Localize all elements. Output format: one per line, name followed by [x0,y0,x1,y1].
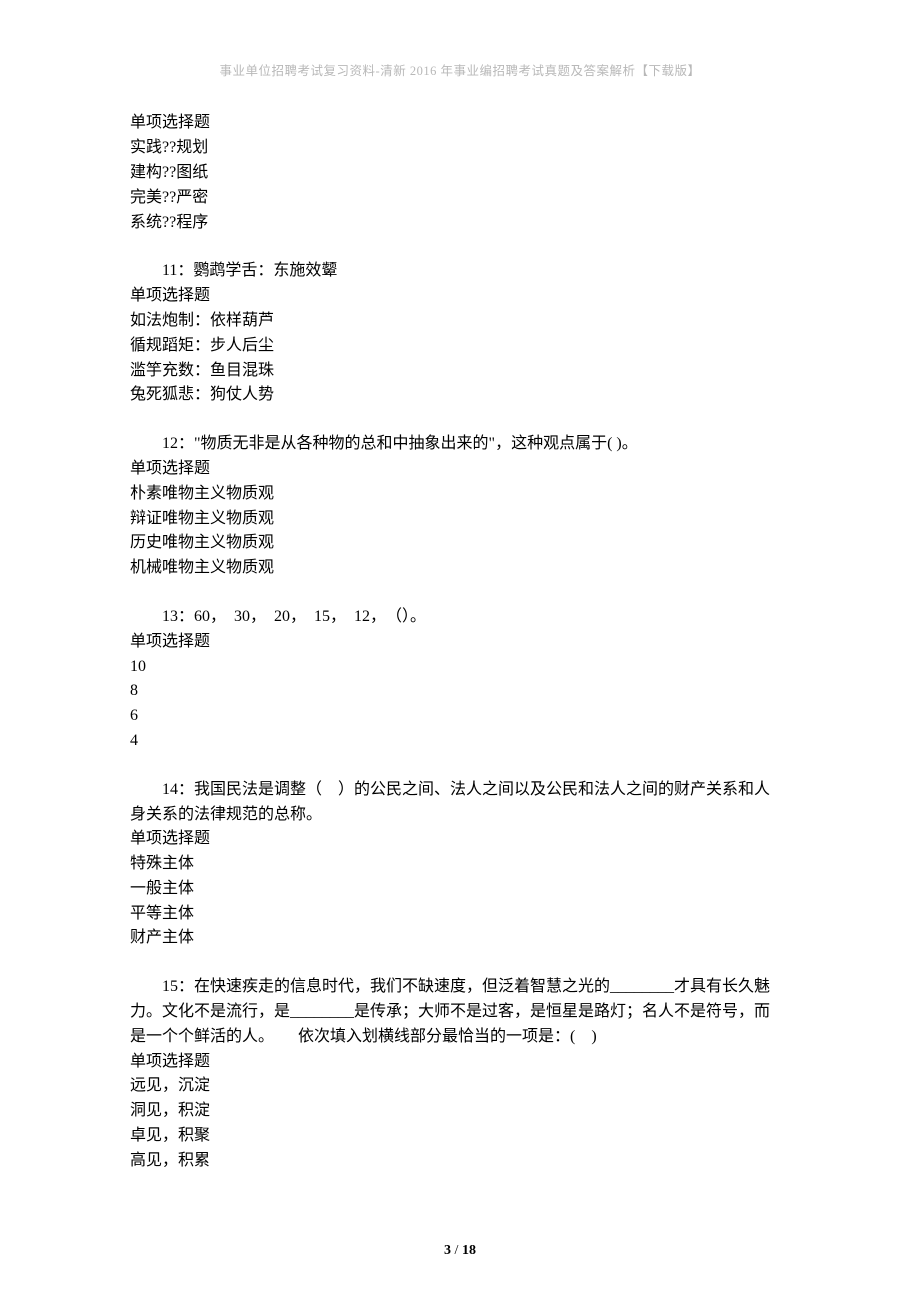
question-type: 单项选择题 [130,630,790,655]
option: 滥竽充数：鱼目混珠 [130,359,790,384]
option: 8 [130,679,790,704]
question-14: 14：我国民法是调整（ ）的公民之间、法人之间以及公民和法人之间的财产关系和人 … [130,778,790,952]
question-type: 单项选择题 [130,457,790,482]
option: 辩证唯物主义物质观 [130,507,790,532]
page-current: 3 [444,1243,451,1258]
question-type: 单项选择题 [130,827,790,852]
question-type: 单项选择题 [130,1050,790,1075]
option: 兔死狐悲：狗仗人势 [130,383,790,408]
question-stem: 12："物质无非是从各种物的总和中抽象出来的"，这种观点属于( )。 [130,432,790,457]
option: 平等主体 [130,902,790,927]
question-stem-cont: 是一个个鲜活的人。 依次填入划横线部分最恰当的一项是：( ) [130,1025,790,1050]
option: 机械唯物主义物质观 [130,556,790,581]
option: 如法炮制：依样葫芦 [130,309,790,334]
question-stem-cont: 力。文化不是流行，是________是传承；大师不是过客，是恒星是路灯；名人不是… [130,1000,790,1025]
option: 循规蹈矩：步人后尘 [130,334,790,359]
option: 特殊主体 [130,852,790,877]
option: 4 [130,729,790,754]
option: 历史唯物主义物质观 [130,531,790,556]
option: 洞见，积淀 [130,1099,790,1124]
option: 高见，积累 [130,1149,790,1174]
question-stem-cont: 身关系的法律规范的总称。 [130,803,790,828]
page-header: 事业单位招聘考试复习资料-清新 2016 年事业编招聘考试真题及答案解析【下载版… [130,62,790,81]
question-11: 11：鹦鹉学舌：东施效颦 单项选择题 如法炮制：依样葫芦 循规蹈矩：步人后尘 滥… [130,259,790,408]
option: 卓见，积聚 [130,1124,790,1149]
option: 实践??规划 [130,136,790,161]
question-stem: 14：我国民法是调整（ ）的公民之间、法人之间以及公民和法人之间的财产关系和人 [130,778,790,803]
option: 10 [130,655,790,680]
option: 完美??严密 [130,186,790,211]
option: 系统??程序 [130,211,790,236]
question-type: 单项选择题 [130,111,790,136]
option: 建构??图纸 [130,161,790,186]
page-footer: 3 / 18 [0,1240,920,1262]
page-total: 18 [462,1243,476,1258]
question-10-tail: 单项选择题 实践??规划 建构??图纸 完美??严密 系统??程序 [130,111,790,235]
option: 财产主体 [130,926,790,951]
question-stem: 13：60， 30， 20， 15， 12， （）。 [130,605,790,630]
option: 6 [130,704,790,729]
option: 朴素唯物主义物质观 [130,482,790,507]
page-sep: / [451,1243,462,1258]
document-page: 事业单位招聘考试复习资料-清新 2016 年事业编招聘考试真题及答案解析【下载版… [0,0,920,1302]
question-type: 单项选择题 [130,284,790,309]
question-stem: 11：鹦鹉学舌：东施效颦 [130,259,790,284]
option: 一般主体 [130,877,790,902]
question-stem: 15：在快速疾走的信息时代，我们不缺速度，但泛着智慧之光的________才具有… [130,975,790,1000]
question-13: 13：60， 30， 20， 15， 12， （）。 单项选择题 10 8 6 … [130,605,790,754]
option: 远见，沉淀 [130,1074,790,1099]
question-15: 15：在快速疾走的信息时代，我们不缺速度，但泛着智慧之光的________才具有… [130,975,790,1173]
question-12: 12："物质无非是从各种物的总和中抽象出来的"，这种观点属于( )。 单项选择题… [130,432,790,581]
